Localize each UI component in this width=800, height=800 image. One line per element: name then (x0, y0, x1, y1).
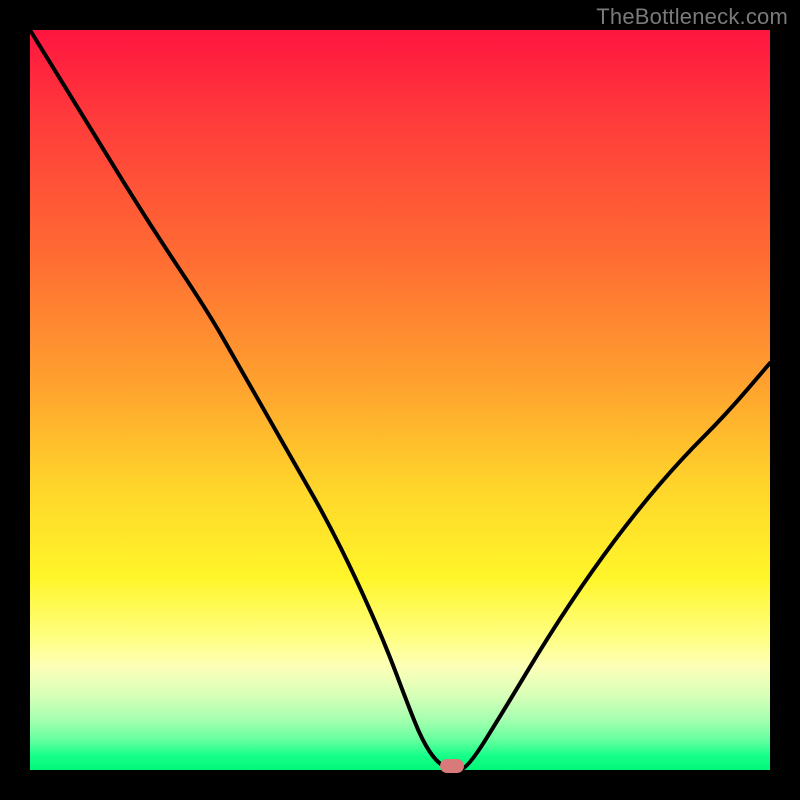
bottleneck-curve (30, 30, 770, 770)
optimal-marker (440, 759, 464, 773)
watermark-text: TheBottleneck.com (596, 4, 788, 30)
plot-area (30, 30, 770, 770)
chart-frame: TheBottleneck.com (0, 0, 800, 800)
